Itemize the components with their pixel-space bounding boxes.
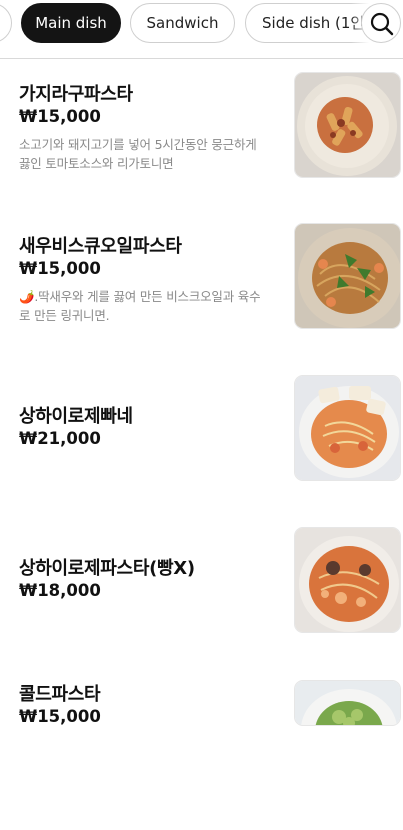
menu-item-description: 🌶️.딱새우와 게를 끓여 만든 비스크오일과 육수로 만든 링귀니면. bbox=[19, 289, 261, 323]
menu-item-photo bbox=[294, 527, 401, 633]
menu-item-price: ₩15,000 bbox=[19, 107, 101, 126]
category-tab-main-dish[interactable]: Main dish bbox=[21, 3, 121, 43]
menu-item-price: ₩18,000 bbox=[19, 581, 101, 600]
menu-item-shrimp-bisque-oil-pasta[interactable]: 새우비스큐오일파스타 ₩15,000 🌶️.딱새우와 게를 끓여 만든 비스크오… bbox=[0, 223, 403, 382]
menu-item-name: 콜드파스타 bbox=[19, 684, 101, 705]
menu-item-name: 새우비스큐오일파스타 bbox=[19, 236, 182, 257]
menu-item-price: ₩15,000 bbox=[19, 707, 101, 726]
search-icon bbox=[370, 12, 394, 36]
menu-item-price: ₩15,000 bbox=[19, 259, 101, 278]
menu-item-photo bbox=[294, 680, 401, 726]
category-tab-sandwich[interactable]: Sandwich bbox=[130, 3, 235, 43]
menu-item-photo bbox=[294, 72, 401, 178]
menu-item-price: ₩21,000 bbox=[19, 429, 101, 448]
category-tab-bar: Main dish Sandwich Side dish (1인 bbox=[0, 0, 403, 59]
search-button[interactable] bbox=[361, 3, 401, 43]
menu-item-photo bbox=[294, 223, 401, 329]
menu-item-cold-pasta[interactable]: 콜드파스타 ₩15,000 bbox=[0, 680, 403, 830]
menu-item-name: 가지라구파스타 bbox=[19, 84, 133, 105]
menu-item-description: 소고기와 돼지고기를 넣어 5시간동안 뭉근하게 끓인 토마토소스와 리가토니면 bbox=[19, 137, 257, 171]
category-tab-previous[interactable] bbox=[0, 3, 12, 43]
menu-item-name: 상하이로제파스타(빵X) bbox=[19, 558, 195, 579]
menu-item-photo bbox=[294, 375, 401, 481]
menu-item-gaji-ragu-pasta[interactable]: 가지라구파스타 ₩15,000 소고기와 돼지고기를 넣어 5시간동안 뭉근하게… bbox=[0, 72, 403, 230]
menu-item-name: 상하이로제빠네 bbox=[19, 406, 133, 427]
